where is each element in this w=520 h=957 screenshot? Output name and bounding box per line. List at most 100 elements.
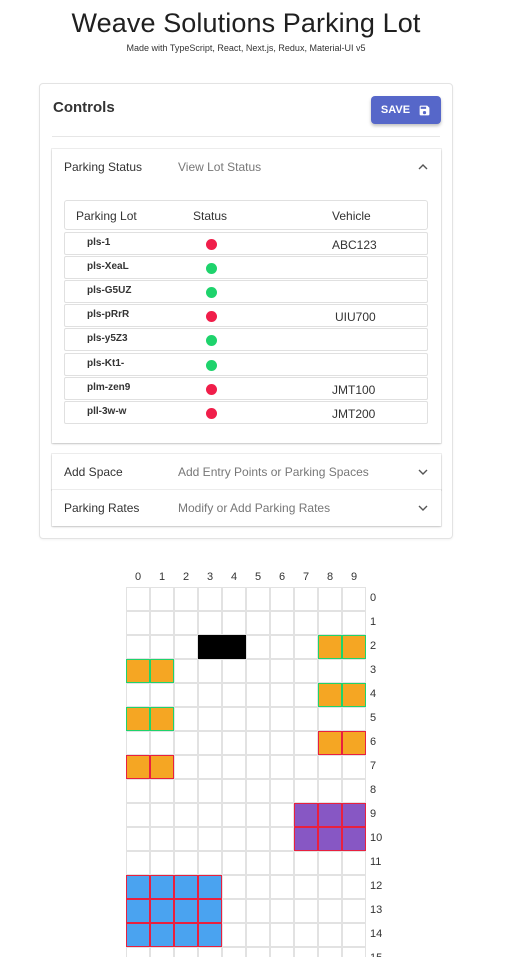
grid-cell[interactable] [270,587,294,611]
grid-cell[interactable] [246,875,270,899]
grid-cell[interactable] [174,635,198,659]
grid-cell[interactable] [174,779,198,803]
grid-cell[interactable] [294,731,318,755]
parking-space-occupied[interactable] [174,923,198,947]
grid-cell[interactable] [198,851,222,875]
grid-cell[interactable] [342,779,366,803]
grid-cell[interactable] [174,683,198,707]
grid-cell[interactable] [270,923,294,947]
grid-cell[interactable] [174,707,198,731]
grid-cell[interactable] [318,923,342,947]
grid-cell[interactable] [126,683,150,707]
entry-point[interactable] [198,635,222,659]
grid-cell[interactable] [126,731,150,755]
parking-space-occupied[interactable] [150,923,174,947]
grid-cell[interactable] [246,611,270,635]
chevron-down-icon[interactable] [417,502,429,514]
grid-cell[interactable] [270,803,294,827]
parking-space-occupied[interactable] [126,755,150,779]
grid-cell[interactable] [198,827,222,851]
grid-cell[interactable] [270,779,294,803]
grid-cell[interactable] [294,899,318,923]
grid-cell[interactable] [174,659,198,683]
grid-cell[interactable] [270,659,294,683]
grid-cell[interactable] [222,875,246,899]
grid-cell[interactable] [294,851,318,875]
grid-cell[interactable] [294,923,318,947]
parking-space-available[interactable] [318,635,342,659]
grid-cell[interactable] [342,755,366,779]
grid-cell[interactable] [270,875,294,899]
save-button[interactable]: SAVE [371,96,441,124]
grid-cell[interactable] [150,683,174,707]
grid-cell[interactable] [150,851,174,875]
grid-cell[interactable] [270,611,294,635]
grid-cell[interactable] [222,683,246,707]
grid-cell[interactable] [342,875,366,899]
grid-cell[interactable] [294,947,318,957]
chevron-down-icon[interactable] [417,466,429,478]
grid-cell[interactable] [342,707,366,731]
grid-cell[interactable] [270,899,294,923]
parking-space-occupied[interactable] [342,803,366,827]
parking-space-occupied[interactable] [150,899,174,923]
grid-cell[interactable] [174,755,198,779]
grid-cell[interactable] [222,803,246,827]
grid-cell[interactable] [270,827,294,851]
parking-space-occupied[interactable] [126,875,150,899]
grid-cell[interactable] [318,755,342,779]
grid-cell[interactable] [318,947,342,957]
grid-cell[interactable] [150,803,174,827]
grid-cell[interactable] [342,611,366,635]
parking-space-available[interactable] [342,683,366,707]
add-space-accordion-header[interactable]: Add Space Add Entry Points or Parking Sp… [52,454,441,490]
grid-cell[interactable] [246,707,270,731]
grid-cell[interactable] [198,755,222,779]
parking-space-occupied[interactable] [318,803,342,827]
grid-cell[interactable] [270,947,294,957]
grid-cell[interactable] [342,947,366,957]
grid-cell[interactable] [198,611,222,635]
grid-cell[interactable] [150,611,174,635]
grid-cell[interactable] [318,659,342,683]
grid-cell[interactable] [222,779,246,803]
parking-space-occupied[interactable] [150,875,174,899]
grid-cell[interactable] [174,803,198,827]
grid-cell[interactable] [198,587,222,611]
parking-space-available[interactable] [126,659,150,683]
grid-cell[interactable] [126,803,150,827]
grid-cell[interactable] [222,731,246,755]
grid-cell[interactable] [222,947,246,957]
grid-cell[interactable] [294,683,318,707]
grid-cell[interactable] [246,923,270,947]
grid-cell[interactable] [222,851,246,875]
grid-cell[interactable] [174,611,198,635]
grid-cell[interactable] [174,851,198,875]
entry-point[interactable] [222,635,246,659]
grid-cell[interactable] [246,899,270,923]
grid-cell[interactable] [150,947,174,957]
chevron-up-icon[interactable] [417,161,429,173]
grid-cell[interactable] [126,851,150,875]
parking-space-occupied[interactable] [174,875,198,899]
grid-cell[interactable] [150,731,174,755]
grid-cell[interactable] [246,683,270,707]
grid-cell[interactable] [342,587,366,611]
grid-cell[interactable] [174,827,198,851]
parking-status-accordion-header[interactable]: Parking Status View Lot Status [52,149,441,185]
grid-cell[interactable] [198,803,222,827]
grid-cell[interactable] [270,755,294,779]
parking-space-occupied[interactable] [198,875,222,899]
grid-cell[interactable] [126,827,150,851]
parking-space-occupied[interactable] [318,827,342,851]
parking-space-occupied[interactable] [198,899,222,923]
grid-cell[interactable] [246,947,270,957]
parking-space-occupied[interactable] [294,803,318,827]
parking-space-occupied[interactable] [342,731,366,755]
grid-cell[interactable] [246,851,270,875]
grid-cell[interactable] [270,851,294,875]
grid-cell[interactable] [150,827,174,851]
grid-cell[interactable] [174,947,198,957]
grid-cell[interactable] [246,779,270,803]
grid-cell[interactable] [270,731,294,755]
